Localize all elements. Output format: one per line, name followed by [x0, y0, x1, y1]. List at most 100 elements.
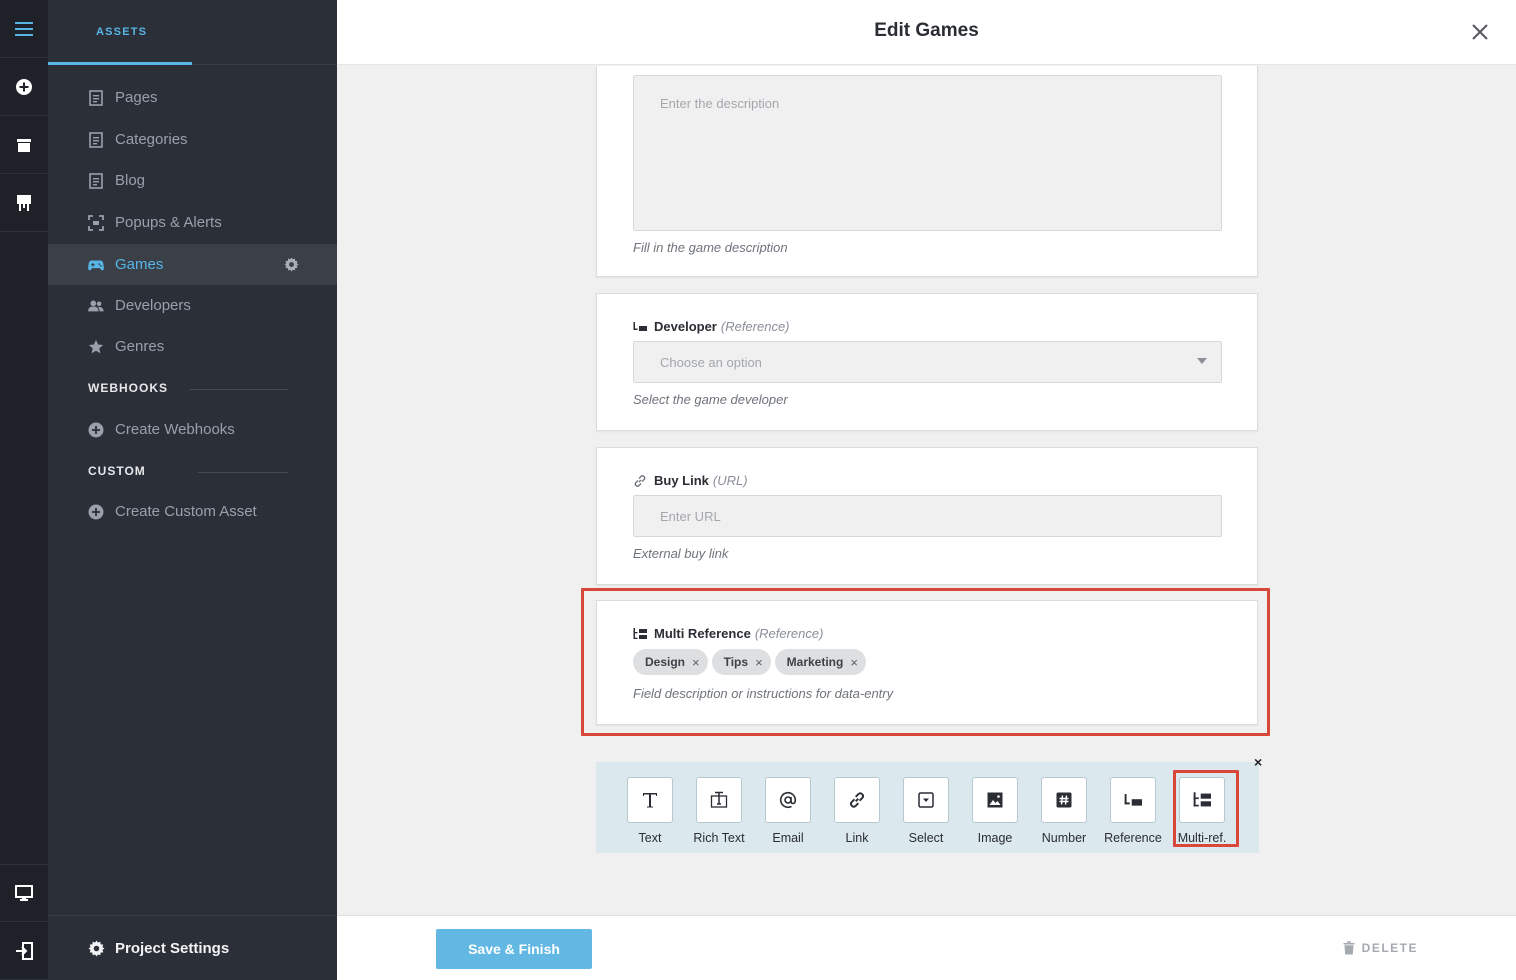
developer-name: Developer: [654, 319, 717, 334]
field-type-picker: Text Rich Text Email Link Select Image N…: [596, 762, 1259, 853]
tag-design: Design ×: [633, 649, 708, 675]
field-type-email[interactable]: Email: [755, 777, 821, 845]
buy-link-help: External buy link: [633, 546, 729, 561]
preview-button[interactable]: [0, 864, 48, 922]
sidebar-item-popups[interactable]: Popups & Alerts: [48, 202, 337, 243]
section-divider: [190, 389, 288, 390]
project-settings-button[interactable]: Project Settings: [48, 915, 337, 980]
field-type-link[interactable]: Link: [824, 777, 890, 845]
field-type-label: Multi-ref.: [1177, 831, 1227, 845]
field-type-select[interactable]: Select: [893, 777, 959, 845]
field-type-rich-text[interactable]: Rich Text: [686, 777, 752, 845]
at-icon: [779, 791, 797, 809]
page-title: Edit Games: [874, 20, 979, 41]
sidebar-item-label: Blog: [115, 172, 146, 189]
description-help: Fill in the game description: [633, 240, 788, 255]
sidebar-item-label: Games: [115, 256, 164, 273]
hamburger-icon: [15, 21, 33, 36]
gear-icon[interactable]: [284, 257, 299, 276]
sidebar-item-label: Categories: [115, 131, 188, 148]
multi-reference-help: Field description or instructions for da…: [633, 686, 894, 701]
create-custom-asset-label: Create Custom Asset: [115, 503, 257, 520]
page-icon: [88, 89, 104, 106]
exit-icon: [16, 941, 33, 960]
modal-header: Edit Games: [337, 0, 1516, 65]
menu-button[interactable]: [0, 0, 48, 58]
tab-underline: [48, 62, 192, 65]
sidebar-item-games[interactable]: Games: [48, 244, 337, 285]
add-button[interactable]: [0, 58, 48, 116]
sidebar-item-label: Popups & Alerts: [115, 214, 222, 231]
field-type-image[interactable]: Image: [962, 777, 1028, 845]
page-icon: [88, 172, 104, 189]
text-icon: [643, 793, 657, 808]
link-icon: [633, 474, 647, 488]
tag-marketing: Marketing ×: [774, 649, 866, 675]
remove-tag-button[interactable]: ×: [692, 655, 700, 670]
buy-link-card: Buy Link (URL) Enter URL External buy li…: [596, 447, 1258, 585]
project-settings-label: Project Settings: [115, 939, 230, 957]
sidebar-item-blog[interactable]: Blog: [48, 160, 337, 201]
reference-icon: [1124, 793, 1142, 806]
plus-circle-icon: [88, 504, 104, 520]
multi-reference-card: Multi Reference (Reference) Design × Tip…: [596, 600, 1258, 725]
close-button[interactable]: [1470, 22, 1490, 42]
sidebar-tabbar: ASSETS: [48, 0, 337, 65]
link-icon: [849, 792, 865, 808]
field-type-label: Number: [1041, 831, 1087, 845]
trash-icon: [1343, 941, 1355, 955]
assets-button[interactable]: [0, 116, 48, 174]
multi-reference-type: (Reference): [754, 626, 824, 641]
field-type-number[interactable]: Number: [1031, 777, 1097, 845]
developer-select[interactable]: Choose an option: [633, 341, 1222, 383]
tag-label: Marketing: [786, 655, 844, 669]
plus-circle-icon: [16, 78, 32, 95]
save-finish-button[interactable]: Save & Finish: [436, 929, 592, 969]
create-custom-asset-button[interactable]: Create Custom Asset: [48, 491, 337, 532]
remove-tag-button[interactable]: ×: [755, 655, 763, 670]
developer-placeholder: Choose an option: [660, 354, 762, 370]
sidebar-item-label: Developers: [115, 297, 191, 314]
logout-button[interactable]: [0, 922, 48, 980]
description-card: Enter the description Fill in the game d…: [596, 66, 1258, 277]
field-type-multi-ref[interactable]: Multi-ref.: [1169, 777, 1235, 845]
section-custom: CUSTOM: [88, 464, 146, 478]
plus-circle-icon: [88, 422, 104, 438]
tab-assets[interactable]: ASSETS: [96, 26, 147, 38]
edit-form: Enter the description Fill in the game d…: [337, 66, 1516, 915]
developer-type: (Reference): [720, 319, 790, 334]
select-icon: [918, 792, 934, 808]
section-divider: [198, 472, 288, 473]
multi-reference-label: Multi Reference (Reference): [633, 626, 823, 641]
buy-link-input[interactable]: Enter URL: [633, 495, 1222, 537]
multi-reference-name: Multi Reference: [654, 626, 751, 641]
sidebar-item-developers[interactable]: Developers: [48, 285, 337, 326]
star-icon: [88, 339, 104, 355]
picker-close-button[interactable]: ×: [1254, 754, 1262, 770]
description-textarea[interactable]: Enter the description: [633, 75, 1222, 231]
field-type-label: Email: [772, 831, 804, 845]
users-icon: [88, 298, 104, 314]
tag-label: Tips: [723, 655, 749, 669]
create-webhooks-button[interactable]: Create Webhooks: [48, 409, 337, 450]
archive-icon: [17, 138, 31, 152]
reference-icon: [633, 321, 647, 332]
gamepad-icon: [88, 257, 104, 273]
create-webhooks-label: Create Webhooks: [115, 421, 235, 438]
buy-link-label: Buy Link (URL): [633, 473, 748, 488]
delete-label: DELETE: [1361, 941, 1418, 955]
field-type-text[interactable]: Text: [617, 777, 683, 845]
sidebar-item-categories[interactable]: Categories: [48, 119, 337, 160]
tag-list: Design × Tips × Marketing ×: [633, 649, 866, 675]
field-type-reference[interactable]: Reference: [1100, 777, 1166, 845]
developer-help: Select the game developer: [633, 392, 788, 407]
sidebar-item-label: Genres: [115, 338, 165, 355]
delete-button[interactable]: DELETE: [1343, 941, 1418, 955]
sidebar-item-genres[interactable]: Genres: [48, 326, 337, 367]
field-type-label: Rich Text: [693, 831, 745, 845]
layout-button[interactable]: [0, 174, 48, 232]
sidebar-item-pages[interactable]: Pages: [48, 77, 337, 118]
assets-sidebar: ASSETS Pages Categories Blog Popups & Al…: [48, 0, 337, 980]
remove-tag-button[interactable]: ×: [850, 655, 858, 670]
monitor-icon: [15, 885, 33, 901]
